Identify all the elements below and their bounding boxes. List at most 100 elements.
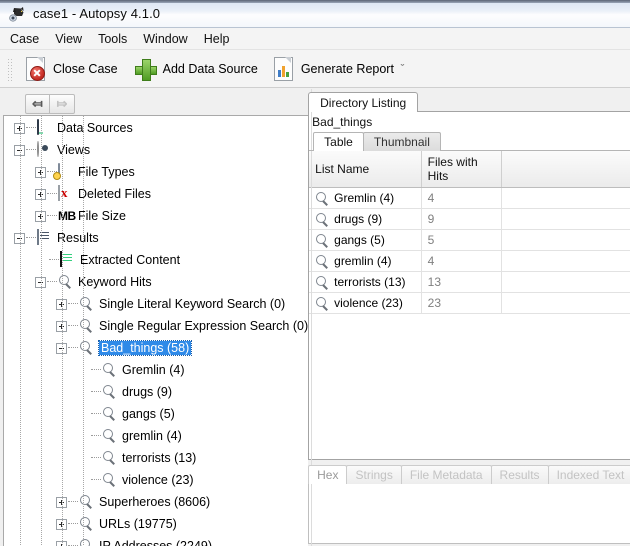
menu-view[interactable]: View [47, 30, 90, 48]
menu-bar: Case View Tools Window Help [0, 28, 630, 50]
autopsy-window: case1 - Autopsy 4.1.0 Case View Tools Wi… [0, 0, 630, 546]
tree-node-label: Gremlin (4) [122, 363, 185, 377]
content-viewer-tabstrip: Hex Strings File Metadata Results Indexed Te… [308, 464, 630, 484]
tree-node-label: Single Literal Keyword Search (0) [99, 297, 285, 311]
search-icon [315, 233, 330, 248]
table-row[interactable]: gremlin (4)4 [309, 251, 630, 272]
toolbar-drag-grip[interactable] [6, 57, 12, 81]
content-viewer-tab[interactable]: Strings [346, 465, 401, 484]
menu-case[interactable]: Case [8, 30, 47, 48]
table-row[interactable]: drugs (9)9 [309, 209, 630, 230]
tree-node[interactable]: Deleted Files [4, 183, 308, 205]
tab-directory-listing[interactable]: Directory Listing [308, 92, 418, 112]
content-viewer-panel: Hex Strings File Metadata Results Indexed Te… [308, 464, 630, 544]
search-icon [79, 516, 95, 532]
table-row[interactable]: Gremlin (4) 4 [309, 188, 630, 209]
tree-node[interactable]: Gremlin (4) [4, 359, 308, 381]
search-icon [315, 191, 330, 206]
tree-node[interactable]: gremlin (4) [4, 425, 308, 447]
column-header-list-name[interactable]: List Name [309, 151, 421, 188]
results-table-body: Gremlin (4) 4drugs (9)9 gangs (5) 5gremlin … [309, 188, 630, 314]
tree-node[interactable]: Single Literal Keyword Search (0) [4, 293, 308, 315]
tab-table-label: Table [324, 135, 353, 149]
content-viewer-tab-label: Results [500, 468, 540, 482]
tree-root: Data SourcesViewsFile TypesDeleted Files… [4, 116, 308, 546]
content-viewer-tab[interactable]: File Metadata [401, 465, 492, 484]
tree-node[interactable]: Data Sources [4, 117, 308, 139]
tree-node[interactable]: violence (23) [4, 469, 308, 491]
menu-tools[interactable]: Tools [90, 30, 135, 48]
tab-thumbnail[interactable]: Thumbnail [363, 132, 441, 151]
eye-icon [37, 142, 53, 158]
content-viewer-tab[interactable]: Indexed Text [548, 465, 630, 484]
search-icon [79, 494, 95, 510]
tree-connector [91, 369, 101, 371]
content-viewer-tab[interactable]: Hex [308, 465, 347, 484]
close-case-button[interactable]: Close Case [18, 54, 126, 84]
tree-node[interactable]: Extracted Content [4, 249, 308, 271]
tab-directory-listing-label: Directory Listing [320, 96, 406, 110]
menu-window[interactable]: Window [135, 30, 195, 48]
tree-node[interactable]: Keyword Hits [4, 271, 308, 293]
generate-report-button[interactable]: Generate Report ˇ [266, 54, 412, 84]
column-header-files-with-hits[interactable]: Files with Hits [421, 151, 501, 188]
add-data-source-button[interactable]: Add Data Source [126, 54, 266, 84]
tree-node-label: Bad_things (58) [99, 341, 191, 355]
content-viewer-body[interactable] [308, 484, 630, 544]
tab-table[interactable]: Table [313, 132, 364, 151]
tree-connector [47, 193, 57, 195]
tree-node[interactable]: Views [4, 139, 308, 161]
content-viewer-tab-label: File Metadata [410, 468, 483, 482]
tree-node[interactable]: Bad_things (58) [4, 337, 308, 359]
back-button[interactable]: ⤆ [25, 94, 50, 114]
tree-node-label: drugs (9) [122, 385, 172, 399]
cell-files-with-hits: 23 [421, 293, 501, 314]
chevron-down-icon[interactable]: ˇ [401, 64, 405, 73]
tree-pane: ⤆ ⤇ Data SourcesViewsFile TypesDeleted F… [0, 89, 308, 546]
menu-help[interactable]: Help [196, 30, 238, 48]
search-icon [79, 340, 95, 356]
tree-node[interactable]: File Types [4, 161, 308, 183]
search-icon [315, 275, 330, 290]
tree-node-label: Results [57, 231, 99, 245]
tree-guide-line [41, 116, 42, 546]
directory-tree[interactable]: Data SourcesViewsFile TypesDeleted Files… [3, 115, 308, 546]
cell-files-with-hits: 4 [421, 188, 501, 209]
tree-node-label: terrorists (13) [122, 451, 196, 465]
tree-node[interactable]: URLs (19775) [4, 513, 308, 535]
tree-node[interactable]: terrorists (13) [4, 447, 308, 469]
tree-node[interactable]: drugs (9) [4, 381, 308, 403]
result-pane: Directory Listing Bad_things Table Thumb… [308, 89, 630, 546]
column-header-filler [501, 151, 630, 188]
search-icon [102, 406, 118, 422]
directory-listing-panel: Directory Listing Bad_things Table Thumb… [308, 91, 630, 460]
search-icon [315, 296, 330, 311]
list-name-label: Gremlin (4) [334, 191, 394, 205]
table-row[interactable]: terrorists (13)13 [309, 272, 630, 293]
search-icon [58, 274, 74, 290]
list-name-label: gangs (5) [334, 233, 385, 247]
tree-node-label: gremlin (4) [122, 429, 182, 443]
cell-list-name: violence (23) [309, 293, 421, 314]
content-viewer-tab[interactable]: Results [491, 465, 549, 484]
tree-connector [68, 523, 78, 525]
tree-node[interactable]: Single Regular Expression Search (0) [4, 315, 308, 337]
tree-node[interactable]: Results [4, 227, 308, 249]
cell-files-with-hits: 5 [421, 230, 501, 251]
tree-node[interactable]: gangs (5) [4, 403, 308, 425]
tree-node-label: Superheroes (8606) [99, 495, 210, 509]
tree-node[interactable]: IP Addresses (2249) [4, 535, 308, 546]
tree-node[interactable]: Superheroes (8606) [4, 491, 308, 513]
breadcrumb: Bad_things [309, 112, 630, 131]
cell-filler [501, 251, 630, 272]
table-row[interactable]: violence (23)23 [309, 293, 630, 314]
search-icon [102, 472, 118, 488]
tree-node[interactable]: MBFile Size [4, 205, 308, 227]
table-row[interactable]: gangs (5) 5 [309, 230, 630, 251]
list-name-label: terrorists (13) [334, 275, 405, 289]
cell-list-name: drugs (9) [309, 209, 421, 230]
results-table-wrapper[interactable]: List Name Files with Hits Gremlin (4) 4dr… [309, 151, 630, 459]
content-viewer-tab-label: Strings [355, 468, 392, 482]
title-bar: case1 - Autopsy 4.1.0 [0, 0, 630, 28]
results-table: List Name Files with Hits Gremlin (4) 4dr… [309, 151, 630, 314]
